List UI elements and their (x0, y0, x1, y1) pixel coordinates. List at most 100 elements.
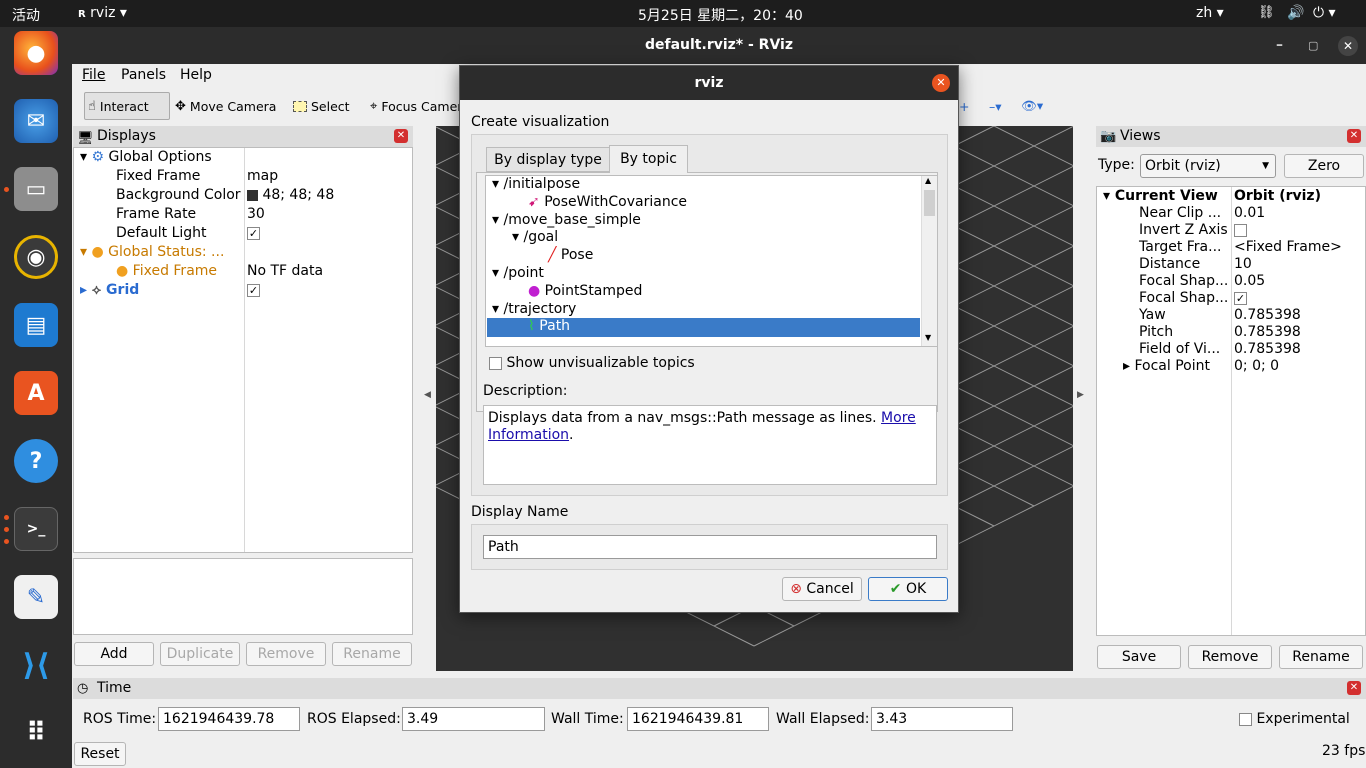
tab-by-display-type[interactable]: By display type (486, 147, 610, 172)
remove-view-button[interactable]: Remove (1188, 645, 1272, 669)
menu-panels[interactable]: Panels (121, 67, 166, 83)
topic-goal[interactable]: ▾ /goal (512, 229, 558, 248)
remove-tool-button[interactable]: –▾ (986, 92, 1005, 120)
wall-elapsed-field[interactable]: 3.43 (871, 707, 1013, 731)
description-box: Displays data from a nav_msgs::Path mess… (483, 405, 937, 485)
ros-elapsed-field[interactable]: 3.49 (402, 707, 545, 731)
views-tree[interactable]: ▾ Current View Orbit (rviz) Near Clip ..… (1096, 186, 1366, 636)
rename-view-button[interactable]: Rename (1279, 645, 1363, 669)
topic-pointstamped[interactable]: ● PointStamped (528, 283, 642, 302)
status-fixed-frame-value: No TF data (247, 263, 324, 279)
frame-rate-label: Frame Rate (116, 206, 197, 222)
topic-initialpose[interactable]: ▾ /initialpose (492, 176, 580, 195)
writer-icon[interactable]: ▤ (14, 303, 58, 347)
collapse-left-icon[interactable]: ◀ (424, 390, 431, 400)
frame-rate-value[interactable]: 30 (247, 206, 265, 225)
close-displays-button[interactable]: ✕ (394, 129, 408, 143)
window-title: default.rviz* - RViz (644, 37, 793, 53)
vscode-icon[interactable]: ⟩⟨ (14, 643, 58, 687)
activities-button[interactable]: 活动 (12, 5, 40, 25)
topic-posewithcovariance[interactable]: ➹ PoseWithCovariance (528, 194, 687, 213)
text-editor-icon[interactable]: ✎ (14, 575, 58, 619)
path-icon: ⌇ (528, 318, 535, 334)
system-top-bar: 活动 R rviz ▾ 5月25日 星期二，20：40 zh ▾ ⛓ 🔊 ⏻ ▾ (0, 0, 1366, 27)
displays-tree[interactable]: ▾ ⚙ Global Options Fixed Frame map Backg… (73, 147, 413, 553)
ros-time-field[interactable]: 1621946439.78 (158, 707, 300, 731)
view-type-label: Type: (1098, 157, 1135, 173)
close-views-button[interactable]: ✕ (1347, 129, 1361, 143)
software-center-icon[interactable]: A (14, 371, 58, 415)
clock-icon: ◷ (77, 681, 89, 696)
fps-readout: 23 fps (1322, 743, 1366, 759)
dialog-close-icon[interactable]: ✕ (932, 74, 950, 92)
tab-panel: ▾ /initialpose ➹ PoseWithCovariance ▾ /m… (476, 172, 938, 412)
menu-file[interactable]: File (82, 67, 105, 83)
reset-button[interactable]: Reset (74, 742, 126, 766)
add-display-button[interactable]: Add (74, 642, 154, 666)
display-name-label: Display Name (471, 504, 569, 520)
views-panel-header: 📷 Views ✕ (1096, 126, 1366, 147)
help-icon[interactable]: ? (14, 439, 58, 483)
wall-time-field[interactable]: 1621946439.81 (627, 707, 769, 731)
tab-by-topic[interactable]: By topic (609, 145, 688, 173)
topic-tree[interactable]: ▾ /initialpose ➹ PoseWithCovariance ▾ /m… (485, 175, 938, 347)
network-icon[interactable]: ⛓ (1258, 5, 1275, 20)
select-tool[interactable]: Select (290, 92, 353, 120)
global-options-row[interactable]: ▾ ⚙ Global Options (80, 149, 212, 168)
collapse-right-icon[interactable]: ▶ (1077, 390, 1084, 400)
add-display-dialog: rviz ✕ Create visualization By display t… (459, 65, 959, 613)
ok-button[interactable]: ✔ OK (868, 577, 948, 601)
topic-scrollbar[interactable]: ▲ ▼ (921, 176, 937, 346)
rename-display-button[interactable]: Rename (332, 642, 412, 666)
close-time-button[interactable]: ✕ (1347, 681, 1361, 695)
dialog-title: rviz (694, 75, 724, 91)
background-color-value[interactable]: 48; 48; 48 (247, 187, 334, 206)
show-apps-icon[interactable]: ⠿ (14, 711, 58, 755)
grid-checkbox[interactable]: ✓ (247, 282, 260, 301)
create-visualization-label: Create visualization (471, 114, 610, 130)
background-color-label: Background Color (116, 187, 241, 203)
view-type-select[interactable]: Orbit (rviz) ▼ (1140, 154, 1276, 178)
remove-display-button[interactable]: Remove (246, 642, 326, 666)
close-window-button[interactable]: ✕ (1338, 36, 1358, 56)
topic-point[interactable]: ▾ /point (492, 265, 544, 284)
power-icon[interactable]: ⏻ ▾ (1313, 5, 1336, 21)
rhythmbox-icon[interactable]: ◉ (14, 235, 58, 279)
topic-path-selected[interactable]: ⌇ Path (487, 318, 920, 337)
view-prop-value[interactable]: 0; 0; 0 (1234, 358, 1279, 377)
camera-icon: 📷 (1100, 129, 1117, 144)
focus-camera-tool[interactable]: ⌖ Focus Camera (367, 92, 473, 120)
menu-help[interactable]: Help (180, 67, 212, 83)
hand-icon: ☝ (88, 98, 96, 114)
experimental-checkbox[interactable]: Experimental (1239, 711, 1350, 727)
firefox-icon[interactable]: ● (14, 31, 58, 75)
minimize-button[interactable]: – (1276, 27, 1283, 64)
global-status-row[interactable]: ▾ ● Global Status: ... (80, 244, 224, 263)
dock: ● ✉ ▭ ◉ ▤ A ? >_ ✎ ⟩⟨ ⠿ (0, 27, 72, 768)
grid-row[interactable]: ▸ ⟡ Grid (80, 282, 139, 301)
duplicate-display-button[interactable]: Duplicate (160, 642, 240, 666)
interact-tool[interactable]: ☝ Interact (84, 92, 170, 120)
terminal-icon[interactable]: >_ (14, 507, 58, 551)
display-name-input[interactable]: Path (483, 535, 937, 559)
show-unvisualizable-checkbox[interactable]: Show unvisualizable topics (489, 355, 695, 371)
zero-button[interactable]: Zero (1284, 154, 1364, 178)
view-prop-label: ▸ Focal Point (1123, 358, 1210, 374)
gear-icon: ⚙ (91, 149, 105, 165)
eye-icon[interactable]: 👁▾ (1018, 92, 1046, 120)
cancel-button[interactable]: ⊗ Cancel (782, 577, 862, 601)
input-method[interactable]: zh ▾ (1196, 5, 1224, 21)
thunderbird-icon[interactable]: ✉ (14, 99, 58, 143)
maximize-button[interactable]: ▢ (1308, 27, 1318, 64)
files-icon[interactable]: ▭ (14, 167, 58, 211)
move-camera-tool[interactable]: ✥ Move Camera (172, 92, 279, 120)
topic-pose[interactable]: ╱ Pose (548, 247, 593, 266)
displays-panel-header: 🖥 Displays ✕ (73, 126, 413, 147)
save-view-button[interactable]: Save (1097, 645, 1181, 669)
volume-icon[interactable]: 🔊 (1287, 5, 1304, 21)
status-fixed-frame-row[interactable]: ● Fixed Frame (116, 263, 217, 282)
app-menu[interactable]: R rviz ▾ (78, 5, 127, 21)
fixed-frame-value[interactable]: map (247, 168, 278, 187)
default-light-checkbox[interactable]: ✓ (247, 225, 260, 244)
clock[interactable]: 5月25日 星期二，20：40 (638, 5, 803, 25)
